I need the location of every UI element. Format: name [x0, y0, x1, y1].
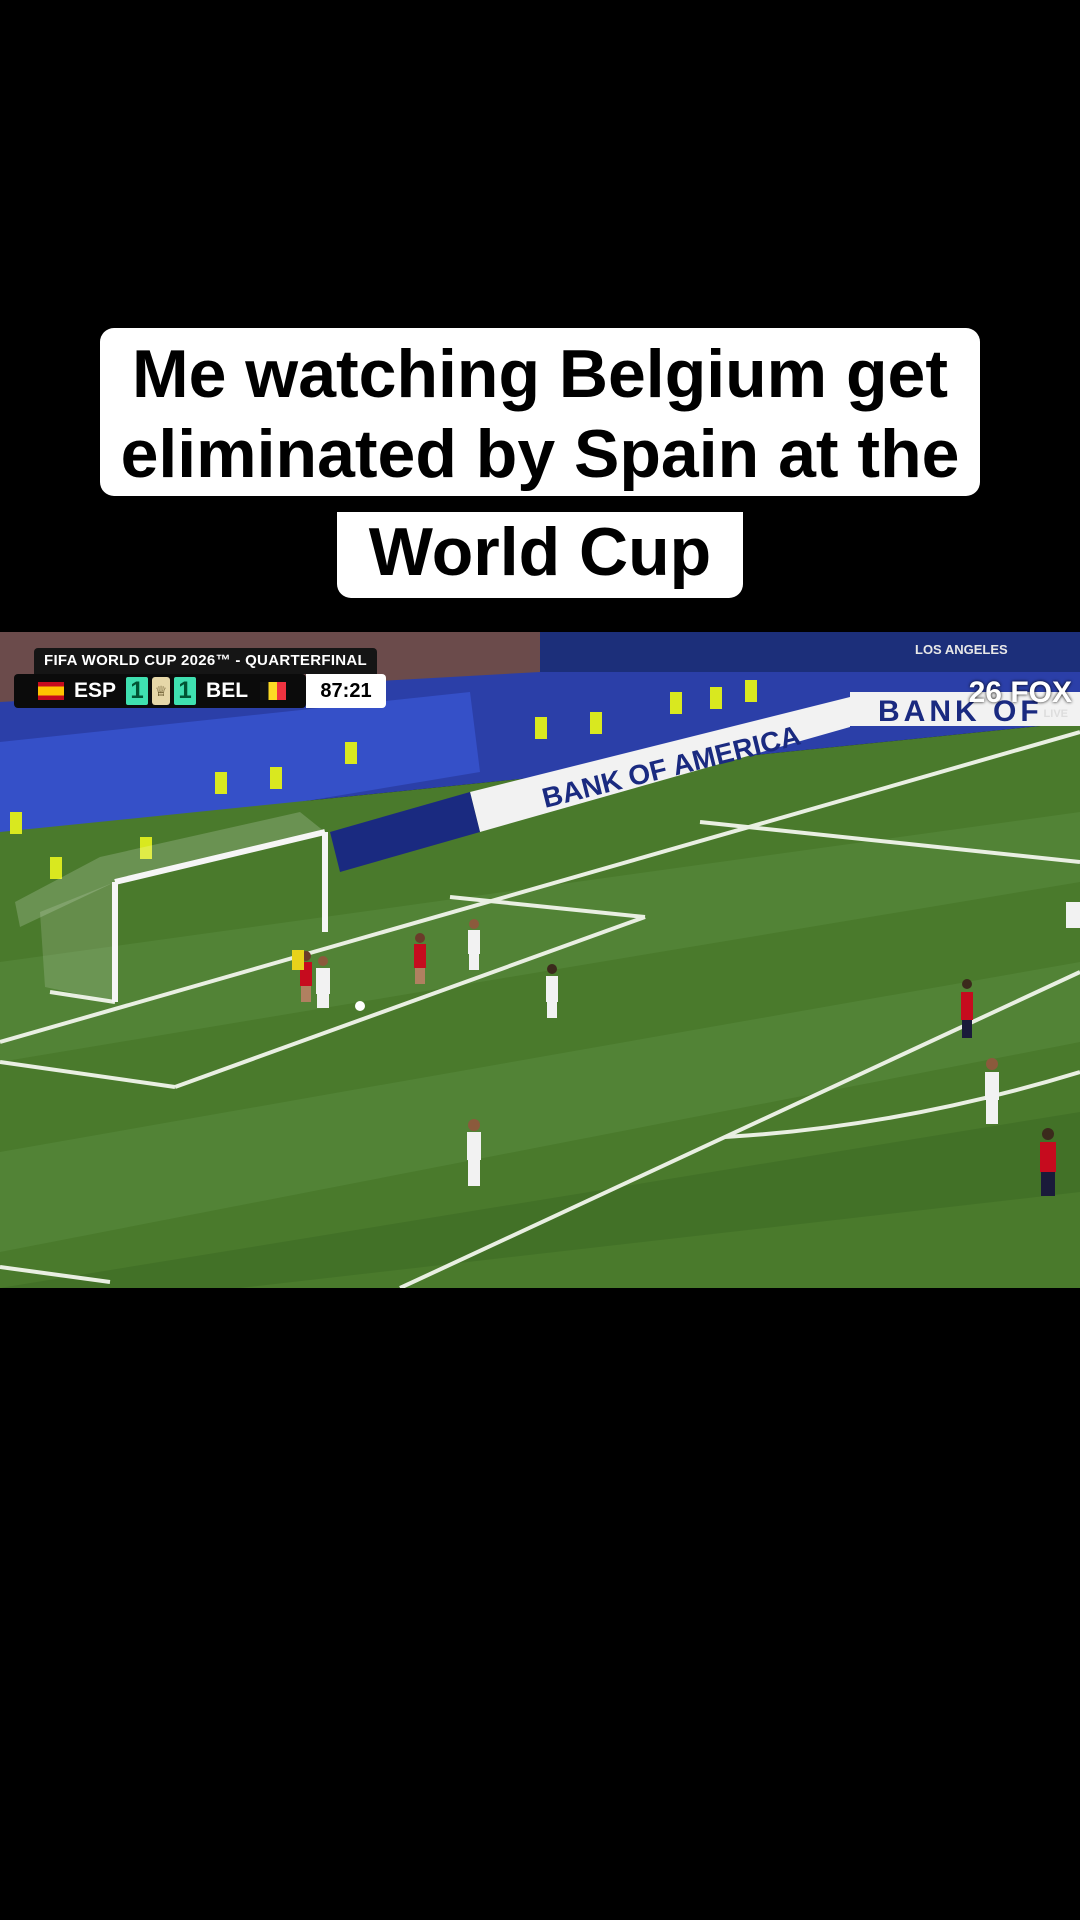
pitch-scene: BANK OF AMERICA BANK OF LOS ANGELES: [0, 632, 1080, 1288]
trophy-icon: ♕: [152, 677, 171, 705]
ball: [355, 1001, 365, 1011]
match-video-frame[interactable]: BANK OF AMERICA BANK OF LOS ANGELES: [0, 632, 1080, 1288]
away-score: 1: [174, 677, 197, 705]
home-score: 1: [126, 677, 149, 705]
competition-label: FIFA WORLD CUP 2026™ - QUARTERFINAL: [34, 648, 378, 674]
home-team: ESP: [74, 679, 117, 702]
scoreboard: ESP 1 ♕ 1 BEL: [14, 674, 306, 708]
match-clock: 87:21: [306, 674, 386, 708]
spain-flag-icon: [38, 682, 64, 700]
player-spain: [414, 933, 426, 984]
player-goalkeeper: [292, 950, 304, 970]
caption-line-1: Me watching Belgium get: [100, 328, 980, 414]
network-logo: 26 FOX: [968, 676, 1072, 709]
player-belgium: [1066, 902, 1080, 928]
player-belgium: [468, 919, 480, 970]
away-team: BEL: [206, 679, 249, 702]
caption-line-3: World Cup: [337, 512, 743, 598]
network-sub: LIVE: [1043, 708, 1068, 720]
city-banner: LOS ANGELES: [915, 642, 1008, 657]
belgium-flag-icon: [260, 682, 287, 700]
caption-line-2: eliminated by Spain at the: [100, 414, 980, 496]
